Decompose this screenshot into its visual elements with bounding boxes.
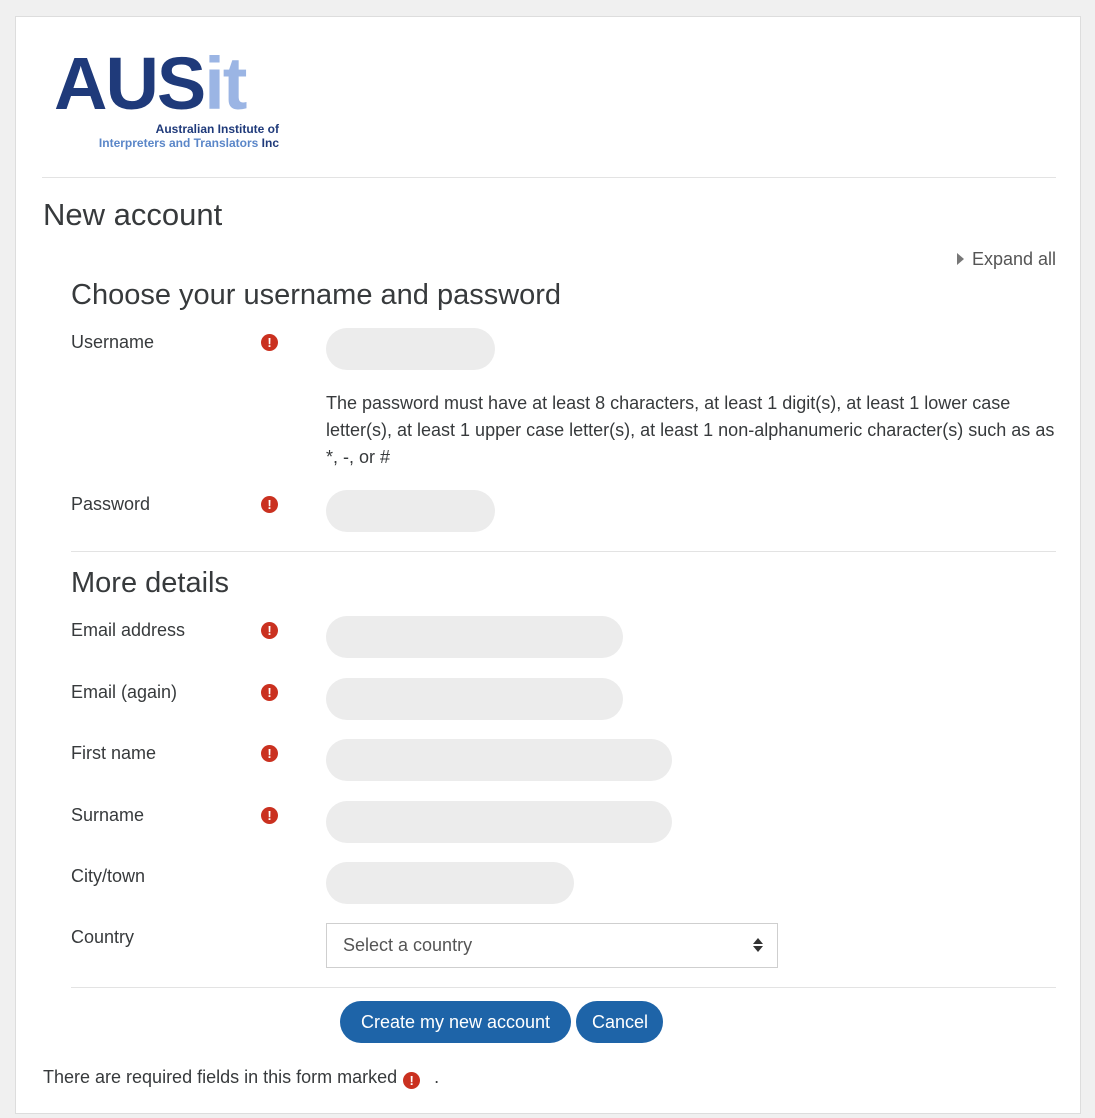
expand-all-link[interactable]: Expand all: [956, 249, 1056, 270]
required-icon: !: [261, 334, 278, 351]
country-label: Country: [71, 927, 135, 947]
firstname-label: First name: [71, 743, 157, 763]
required-icon: !: [403, 1072, 421, 1089]
section-title-credentials: Choose your username and password: [71, 279, 562, 311]
required-icon: !: [261, 745, 278, 762]
caret-right-icon: [956, 253, 964, 265]
firstname-field[interactable]: [326, 739, 672, 781]
surname-label: Surname: [71, 805, 145, 825]
password-label: Password: [71, 494, 151, 514]
username-label: Username: [71, 332, 155, 352]
page-title: New account: [43, 197, 223, 232]
logo-tagline-2: Interpreters and Translators Inc: [98, 136, 279, 150]
logo-tagline-1: Australian Institute of: [155, 122, 279, 136]
required-fields-note: There are required fields in this form m…: [43, 1067, 440, 1089]
required-icon: !: [261, 622, 278, 639]
header-divider: [42, 177, 1056, 178]
logo-wordmark: AUSit: [54, 42, 247, 125]
email-again-label: Email (again): [71, 682, 178, 702]
email-label: Email address: [71, 620, 186, 640]
required-icon: !: [261, 807, 278, 824]
section-title-details: More details: [71, 567, 229, 599]
country-select-value: Select a country: [343, 935, 473, 955]
cancel-button[interactable]: Cancel: [576, 1001, 663, 1043]
password-field[interactable]: [326, 490, 495, 532]
city-label: City/town: [71, 866, 146, 886]
username-field[interactable]: [326, 328, 495, 370]
surname-field[interactable]: [326, 801, 672, 843]
email-field[interactable]: [326, 616, 623, 658]
email-again-field[interactable]: [326, 678, 623, 720]
ausit-logo: AUSit Australian Institute of Interprete…: [54, 47, 279, 157]
select-arrows-icon: [753, 937, 763, 953]
city-field[interactable]: [326, 862, 574, 904]
section-divider: [71, 551, 1056, 552]
required-icon: !: [261, 496, 278, 513]
signup-page: AUSit Australian Institute of Interprete…: [15, 16, 1081, 1114]
country-select[interactable]: Select a country: [326, 923, 778, 968]
password-policy-text: The password must have at least 8 charac…: [326, 393, 1055, 467]
buttons-divider: [71, 987, 1056, 988]
required-icon: !: [261, 684, 278, 701]
create-account-button[interactable]: Create my new account: [340, 1001, 571, 1043]
